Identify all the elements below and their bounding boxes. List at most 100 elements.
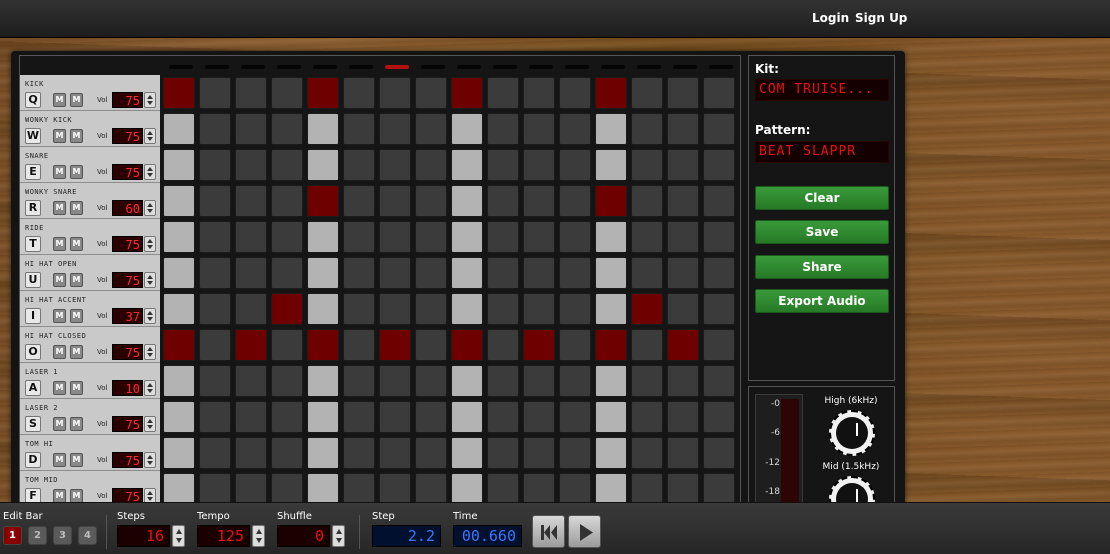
- step-pad[interactable]: [451, 77, 483, 109]
- step-pad[interactable]: [379, 473, 411, 505]
- step-pad[interactable]: [559, 365, 591, 397]
- step-pad[interactable]: [631, 113, 663, 145]
- step-pad[interactable]: [523, 149, 555, 181]
- step-pad[interactable]: [703, 437, 735, 469]
- step-pad[interactable]: [631, 77, 663, 109]
- step-pad[interactable]: [703, 293, 735, 325]
- track-volume-spinner[interactable]: [144, 308, 156, 324]
- export-audio-button[interactable]: Export Audio: [755, 289, 889, 313]
- step-pad[interactable]: [451, 221, 483, 253]
- track-trigger-button[interactable]: A: [25, 380, 41, 396]
- track-volume-spinner[interactable]: [144, 452, 156, 468]
- step-pad[interactable]: [163, 437, 195, 469]
- track-trigger-button[interactable]: R: [25, 200, 41, 216]
- step-pad[interactable]: [451, 113, 483, 145]
- step-pad[interactable]: [415, 293, 447, 325]
- step-pad[interactable]: [343, 221, 375, 253]
- step-pad[interactable]: [307, 437, 339, 469]
- step-pad[interactable]: [271, 437, 303, 469]
- step-pad[interactable]: [595, 257, 627, 289]
- step-pad[interactable]: [451, 365, 483, 397]
- step-pad[interactable]: [235, 113, 267, 145]
- bar-1-button[interactable]: 1: [3, 526, 22, 545]
- track-trigger-button[interactable]: D: [25, 452, 41, 468]
- step-pad[interactable]: [523, 185, 555, 217]
- track-volume-spinner[interactable]: [144, 92, 156, 108]
- step-pad[interactable]: [235, 77, 267, 109]
- step-pad[interactable]: [415, 257, 447, 289]
- track-volume-spinner[interactable]: [144, 164, 156, 180]
- step-pad[interactable]: [523, 113, 555, 145]
- step-pad[interactable]: [559, 293, 591, 325]
- track-trigger-button[interactable]: S: [25, 416, 41, 432]
- step-pad[interactable]: [235, 257, 267, 289]
- step-pad[interactable]: [487, 185, 519, 217]
- step-pad[interactable]: [235, 437, 267, 469]
- track-solo-button[interactable]: M: [70, 417, 83, 431]
- login-link[interactable]: Login: [812, 11, 849, 25]
- step-pad[interactable]: [631, 437, 663, 469]
- step-pad[interactable]: [487, 329, 519, 361]
- shuffle-spinner[interactable]: [332, 525, 345, 547]
- step-pad[interactable]: [703, 257, 735, 289]
- step-pad[interactable]: [307, 473, 339, 505]
- shuffle-display[interactable]: 0: [277, 525, 330, 547]
- step-pad[interactable]: [307, 149, 339, 181]
- step-pad[interactable]: [703, 113, 735, 145]
- step-pad[interactable]: [235, 473, 267, 505]
- step-pad[interactable]: [451, 185, 483, 217]
- step-pad[interactable]: [379, 293, 411, 325]
- step-pad[interactable]: [487, 293, 519, 325]
- bar-4-button[interactable]: 4: [78, 526, 97, 545]
- step-pad[interactable]: [667, 365, 699, 397]
- track-volume-spinner[interactable]: [144, 344, 156, 360]
- share-button[interactable]: Share: [755, 255, 889, 279]
- track-solo-button[interactable]: M: [70, 237, 83, 251]
- step-pad[interactable]: [163, 329, 195, 361]
- step-pad[interactable]: [199, 113, 231, 145]
- step-pad[interactable]: [667, 329, 699, 361]
- step-pad[interactable]: [271, 221, 303, 253]
- step-pad[interactable]: [487, 113, 519, 145]
- step-pad[interactable]: [631, 257, 663, 289]
- step-pad[interactable]: [415, 401, 447, 433]
- steps-display[interactable]: 16: [117, 525, 170, 547]
- steps-spinner[interactable]: [172, 525, 185, 547]
- step-pad[interactable]: [523, 473, 555, 505]
- step-pad[interactable]: [667, 113, 699, 145]
- step-pad[interactable]: [271, 293, 303, 325]
- step-pad[interactable]: [559, 221, 591, 253]
- step-pad[interactable]: [487, 149, 519, 181]
- step-pad[interactable]: [487, 401, 519, 433]
- step-pad[interactable]: [163, 77, 195, 109]
- track-solo-button[interactable]: M: [70, 381, 83, 395]
- step-pad[interactable]: [163, 401, 195, 433]
- step-pad[interactable]: [703, 329, 735, 361]
- pattern-display[interactable]: BEAT SLAPPR: [755, 141, 889, 163]
- save-button[interactable]: Save: [755, 220, 889, 244]
- step-pad[interactable]: [523, 401, 555, 433]
- step-pad[interactable]: [667, 77, 699, 109]
- step-pad[interactable]: [523, 437, 555, 469]
- step-pad[interactable]: [703, 185, 735, 217]
- step-pad[interactable]: [487, 365, 519, 397]
- step-pad[interactable]: [199, 77, 231, 109]
- bar-2-button[interactable]: 2: [28, 526, 47, 545]
- step-pad[interactable]: [235, 293, 267, 325]
- step-pad[interactable]: [559, 329, 591, 361]
- track-solo-button[interactable]: M: [70, 273, 83, 287]
- step-pad[interactable]: [271, 77, 303, 109]
- step-pad[interactable]: [343, 473, 375, 505]
- step-pad[interactable]: [631, 293, 663, 325]
- track-mute-button[interactable]: M: [53, 309, 66, 323]
- track-mute-button[interactable]: M: [53, 417, 66, 431]
- track-mute-button[interactable]: M: [53, 345, 66, 359]
- step-pad[interactable]: [523, 365, 555, 397]
- track-solo-button[interactable]: M: [70, 345, 83, 359]
- step-pad[interactable]: [595, 113, 627, 145]
- step-pad[interactable]: [343, 401, 375, 433]
- step-pad[interactable]: [271, 473, 303, 505]
- step-pad[interactable]: [379, 401, 411, 433]
- rewind-button[interactable]: [532, 515, 565, 548]
- track-volume-display[interactable]: 75: [112, 164, 143, 180]
